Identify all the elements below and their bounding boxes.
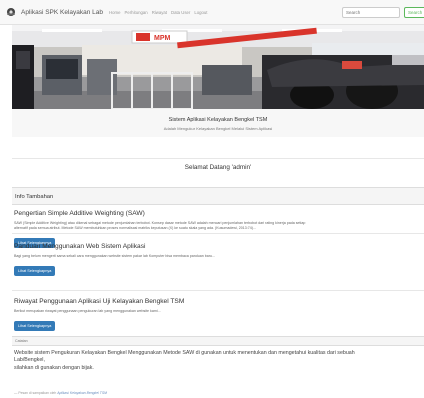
catatan-text: Website sistem Pengukuran Kelayakan Beng… bbox=[14, 350, 424, 372]
welcome-text: Selamat Datang 'admin' bbox=[184, 164, 252, 171]
jumbotron: Sistem Aplikasi Kelayakan Bengkel TSM Ad… bbox=[12, 109, 424, 137]
read-more-button[interactable]: Lihat Selengkapnya bbox=[14, 321, 56, 331]
nav-data-user[interactable]: Data User bbox=[171, 10, 190, 15]
section-title: Pengertian Simple Additive Weighting (SA… bbox=[14, 210, 145, 217]
catatan-line3: silahkan di gunakan dengan bijak. bbox=[14, 364, 94, 371]
brand[interactable]: Aplikasi SPK Kelayakan Lab bbox=[5, 0, 103, 25]
brand-name: Aplikasi SPK Kelayakan Lab bbox=[21, 8, 104, 16]
section-title: Panduan Menggunakan Web Sistem Aplikasi bbox=[14, 243, 146, 250]
brand-logo-icon bbox=[7, 8, 15, 16]
catatan-line2: Lab/Bengkel, bbox=[14, 357, 45, 364]
section-panduan: Panduan Menggunakan Web Sistem Aplikasi … bbox=[14, 243, 424, 277]
section-text: Berikut merupakan riwayat penggunaan pen… bbox=[14, 309, 161, 313]
divider bbox=[12, 290, 424, 291]
nav-links: Home Perhitungan Riwayat Data User Logou… bbox=[109, 10, 211, 15]
footer-source: Aplikasi Kelayakan Bengkel TSM bbox=[57, 391, 107, 395]
section-riwayat: Riwayat Penggunaan Aplikasi Uji Kelayaka… bbox=[14, 298, 424, 332]
section-text: Bagi yang belum mengerti sama sekali car… bbox=[14, 254, 215, 258]
catatan-footer: — Pesan di sampaikan oleh Aplikasi Kelay… bbox=[14, 391, 107, 395]
section-text-line2: alternatif pada semua atribut. Metode SA… bbox=[14, 226, 256, 230]
jumbotron-title: Sistem Aplikasi Kelayakan Bengkel TSM bbox=[168, 117, 268, 123]
footer-prefix: — Pesan di sampaikan oleh bbox=[14, 391, 57, 395]
section-text-line1: SAW (Simple Additive Weighting) atau dik… bbox=[14, 221, 306, 225]
search-button[interactable]: Search bbox=[404, 7, 424, 18]
search-input[interactable] bbox=[342, 7, 400, 18]
info-heading: Info Tambahan bbox=[15, 194, 54, 200]
catatan-heading: Catatan bbox=[15, 339, 28, 343]
divider bbox=[12, 233, 424, 234]
nav-logout[interactable]: Logout bbox=[194, 10, 207, 15]
info-heading-bar: Info Tambahan bbox=[12, 187, 424, 205]
catatan-line1: Website sistem Pengukuran Kelayakan Beng… bbox=[14, 350, 355, 356]
divider bbox=[12, 158, 424, 159]
nav-riwayat[interactable]: Riwayat bbox=[152, 10, 167, 15]
jumbotron-subtitle: Adalah Mengukur Kelayakan Bengkel Melalu… bbox=[163, 126, 273, 131]
hero-sign-text: MPM bbox=[154, 35, 171, 42]
nav-home[interactable]: Home bbox=[109, 10, 120, 15]
hero-image: MPM bbox=[12, 25, 424, 109]
section-text: SAW (Simple Additive Weighting) atau dik… bbox=[14, 221, 424, 231]
section-title: Riwayat Penggunaan Aplikasi Uji Kelayaka… bbox=[14, 298, 185, 305]
nav-perhitungan[interactable]: Perhitungan bbox=[125, 10, 148, 15]
catatan-heading-bar: Catatan bbox=[12, 336, 424, 346]
read-more-button[interactable]: Lihat Selengkapnya bbox=[14, 266, 56, 276]
navbar: Aplikasi SPK Kelayakan Lab Home Perhitun… bbox=[0, 0, 424, 25]
